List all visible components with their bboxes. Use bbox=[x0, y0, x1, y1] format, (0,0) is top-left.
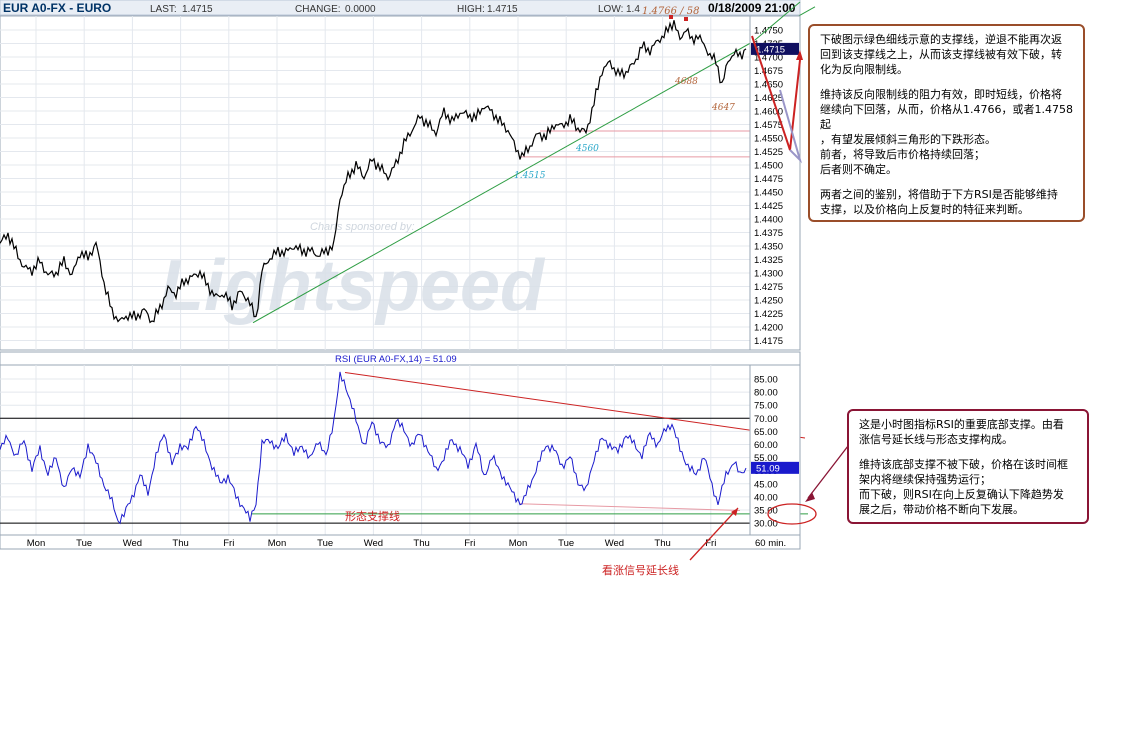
price-tick-label: 1.4175 bbox=[754, 336, 783, 347]
day-label: Wed bbox=[123, 538, 142, 549]
sponsor-watermark: Charts sponsored by: bbox=[310, 221, 415, 233]
change-label: CHANGE: bbox=[295, 4, 341, 15]
time-unit-label: 60 min. bbox=[755, 538, 786, 549]
rsi-tick-label: 75.00 bbox=[754, 401, 778, 412]
rsi-tick-label: 80.00 bbox=[754, 388, 778, 399]
low-label: LOW: bbox=[598, 4, 623, 15]
note-pointer-arrowhead bbox=[805, 492, 815, 502]
day-label: Mon bbox=[268, 538, 286, 549]
day-label: Mon bbox=[27, 538, 45, 549]
annotation-4647: 4647 bbox=[711, 103, 735, 113]
annotation-4515: 1.4515 bbox=[514, 171, 546, 181]
day-label: Fri bbox=[223, 538, 234, 549]
day-label: Tue bbox=[76, 538, 92, 549]
day-label: Fri bbox=[705, 538, 716, 549]
price-tick-label: 1.4575 bbox=[754, 120, 783, 131]
instrument-title: EUR A0-FX - EURO bbox=[3, 1, 111, 15]
price-tick-label: 1.4325 bbox=[754, 255, 783, 266]
price-tick-label: 1.4225 bbox=[754, 309, 783, 320]
rsi-tick-label: 45.00 bbox=[754, 479, 778, 490]
price-tick-label: 1.4400 bbox=[754, 215, 783, 226]
note-top-paragraph-3: 两者之间的鉴别，将借助于下方RSI是否能够维持 支撑，以及价格向上反复时的特征来… bbox=[820, 188, 1058, 216]
rsi-tick-label: 65.00 bbox=[754, 427, 778, 438]
bull-signal-extension-label: 看涨信号延长线 bbox=[602, 563, 679, 577]
change-value: 0.0000 bbox=[345, 4, 376, 15]
support-pattern-label: 形态支撑线 bbox=[345, 509, 400, 523]
day-label: Wed bbox=[364, 538, 383, 549]
price-tick-label: 1.4675 bbox=[754, 66, 783, 77]
day-label: Tue bbox=[558, 538, 574, 549]
high-marker-1 bbox=[669, 15, 673, 19]
brand-watermark: Lightspeed bbox=[160, 246, 546, 326]
high-value: 1.4715 bbox=[487, 4, 518, 15]
price-tick-label: 1.4200 bbox=[754, 323, 783, 334]
last-value: 1.4715 bbox=[182, 4, 213, 15]
note-top-paragraph-2: 维持该反向限制线的阻力有效，即时短线，价格将 继续向下回落，从而，价格从1.47… bbox=[820, 88, 1073, 176]
price-tick-label: 1.4750 bbox=[754, 26, 783, 37]
rsi-tick-label: 85.00 bbox=[754, 375, 778, 386]
price-tick-label: 1.4425 bbox=[754, 201, 783, 212]
price-tick-label: 1.4525 bbox=[754, 147, 783, 158]
current-rsi-label: 51.09 bbox=[756, 463, 780, 474]
day-label: Thu bbox=[413, 538, 429, 549]
day-label: Tue bbox=[317, 538, 333, 549]
datetime: 0/18/2009 21:00 bbox=[708, 1, 796, 15]
price-tick-label: 1.4625 bbox=[754, 93, 783, 104]
high-marker-2 bbox=[684, 17, 688, 21]
price-tick-label: 1.4350 bbox=[754, 242, 783, 253]
price-tick-label: 1.4500 bbox=[754, 161, 783, 172]
price-tick-label: 1.4375 bbox=[754, 228, 783, 239]
last-label: LAST: bbox=[150, 4, 177, 15]
analysis-note-bottom: 这是小时图指标RSI的重要底部支撑。由看 涨信号延长线与形态支撑构成。 维持该底… bbox=[847, 409, 1089, 524]
day-label: Thu bbox=[654, 538, 670, 549]
high-label: HIGH: bbox=[457, 4, 485, 15]
rsi-title: RSI (EUR A0-FX,14) = 51.09 bbox=[335, 354, 457, 365]
price-tick-label: 1.4550 bbox=[754, 134, 783, 145]
note-bottom-paragraph-1: 这是小时图指标RSI的重要底部支撑。由看 涨信号延长线与形态支撑构成。 bbox=[859, 418, 1064, 446]
price-tick-label: 1.4450 bbox=[754, 188, 783, 199]
day-label: Wed bbox=[605, 538, 624, 549]
day-label: Thu bbox=[172, 538, 188, 549]
day-label: Fri bbox=[464, 538, 475, 549]
annotation-4560: 4560 bbox=[575, 144, 599, 154]
price-tick-label: 1.4275 bbox=[754, 282, 783, 293]
note-bottom-paragraph-2: 维持该底部支撑不被下破，价格在该时间框 架内将继续保持强势运行； 而下破，则RS… bbox=[859, 458, 1068, 516]
rsi-tick-label: 70.00 bbox=[754, 414, 778, 425]
note-top-paragraph-1: 下破图示绿色细线示意的支撑线，逆退不能再次返 回到该支撑线之上，从而该支撑线被有… bbox=[820, 33, 1062, 76]
annotation-4688: 4688 bbox=[674, 77, 698, 87]
time-axis bbox=[0, 534, 801, 550]
analysis-note-top: 下破图示绿色细线示意的支撑线，逆退不能再次返 回到该支撑线之上，从而该支撑线被有… bbox=[808, 24, 1085, 222]
note-pointer-line bbox=[807, 445, 849, 499]
price-tick-label: 1.4250 bbox=[754, 296, 783, 307]
low-value: 1.4 bbox=[626, 4, 640, 15]
rsi-tick-label: 40.00 bbox=[754, 492, 778, 503]
day-label: Mon bbox=[509, 538, 527, 549]
rsi-tick-label: 60.00 bbox=[754, 440, 778, 451]
price-tick-label: 1.4300 bbox=[754, 269, 783, 280]
price-tick-label: 1.4475 bbox=[754, 174, 783, 185]
current-price-label: 1.4715 bbox=[756, 44, 785, 55]
